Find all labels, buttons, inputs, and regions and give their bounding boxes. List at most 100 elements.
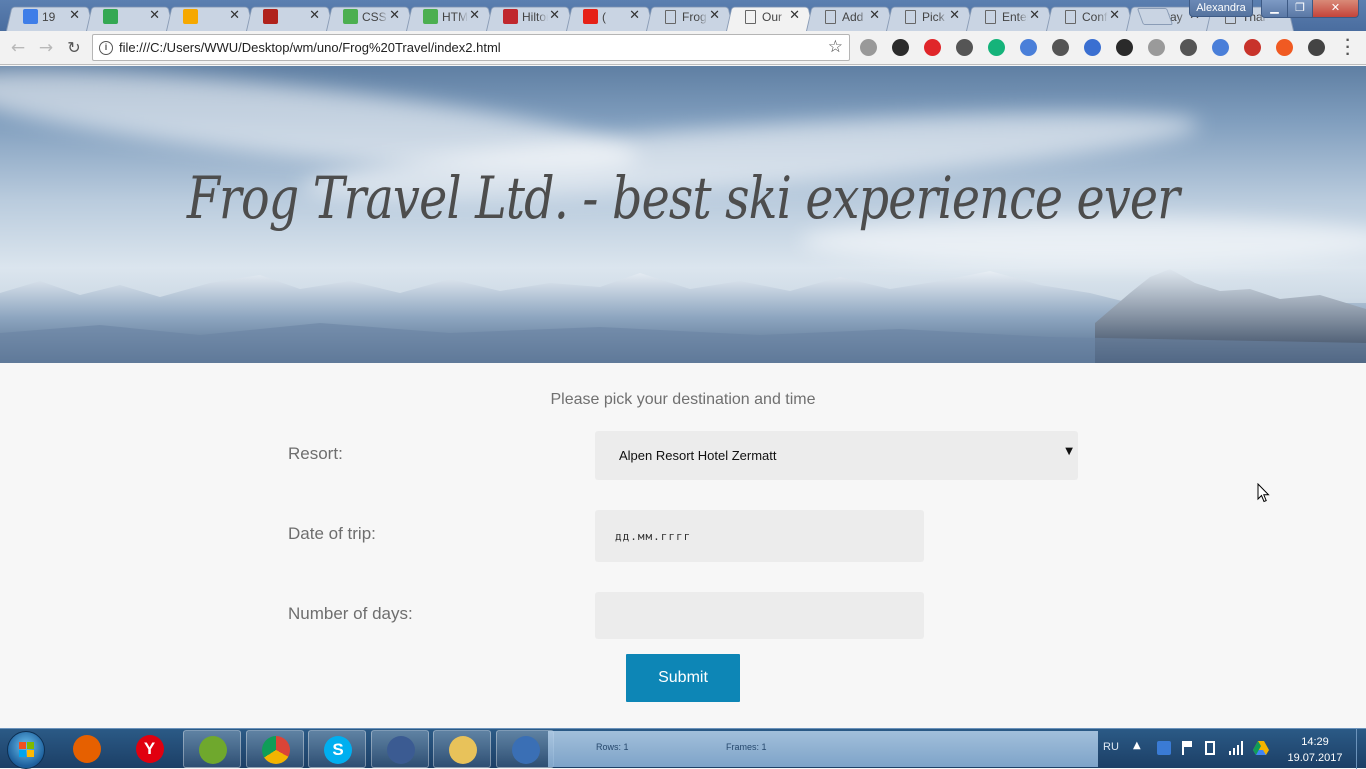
w3-icon (423, 9, 438, 24)
opera-icon[interactable] (924, 39, 941, 56)
dropdown-arrow-icon: ▼ (1065, 446, 1073, 457)
translate-a-icon[interactable] (1212, 39, 1229, 56)
youtube-icon (583, 9, 598, 24)
minimize-button[interactable]: ▁ (1261, 0, 1288, 18)
music-icon (183, 9, 198, 24)
close-tab-icon[interactable]: ✕ (709, 8, 720, 23)
translate-icon[interactable] (1020, 39, 1037, 56)
pdf-icon[interactable] (1244, 39, 1261, 56)
skype-icon[interactable]: S (308, 730, 366, 768)
browser-tab[interactable]: ✕ (166, 3, 254, 31)
profile-button[interactable]: Alexandra (1189, 0, 1253, 17)
tab-title: Add (842, 10, 864, 24)
page-icon (745, 10, 756, 24)
close-tab-icon[interactable]: ✕ (469, 8, 480, 23)
browser-tab[interactable]: Frog ✕ (646, 3, 734, 31)
date-input[interactable]: дд.мм.гггг (595, 510, 924, 562)
close-tab-icon[interactable]: ✕ (789, 8, 800, 23)
chrome-icon[interactable] (245, 730, 304, 768)
fire-icon[interactable] (1276, 39, 1293, 56)
close-tab-icon[interactable]: ✕ (309, 8, 320, 23)
close-tab-icon[interactable]: ✕ (389, 8, 400, 23)
days-input[interactable] (595, 592, 924, 639)
browser-tab[interactable]: Conf ✕ (1046, 3, 1134, 31)
dropbox-icon[interactable] (1157, 741, 1171, 755)
new-tab-button[interactable] (1136, 8, 1174, 25)
browser-tab[interactable]: 19 ✕ (6, 3, 94, 31)
browser-tab[interactable]: HTML✕ (406, 3, 494, 31)
clock-date: 19.07.2017 (1287, 752, 1343, 764)
info-app-icon (263, 9, 278, 24)
close-tab-icon[interactable]: ✕ (69, 8, 80, 23)
network-icon[interactable] (1229, 741, 1243, 755)
days-label: Number of days: (288, 604, 413, 623)
tool-icon[interactable] (495, 730, 554, 768)
battery-icon[interactable] (1205, 741, 1215, 755)
bookmark-star-icon[interactable]: ☆ (828, 37, 843, 57)
close-tab-icon[interactable]: ✕ (949, 8, 960, 23)
resort-select[interactable]: Alpen Resort Hotel Zermatt ▼ (595, 431, 1078, 480)
browser-tab[interactable]: ✕ (86, 3, 174, 31)
browser-tab[interactable]: Hilton✕ (486, 3, 574, 31)
bookmark-icon[interactable] (1084, 39, 1101, 56)
reload-button[interactable]: ↻ (62, 36, 86, 60)
pen-icon[interactable] (1308, 39, 1325, 56)
yandex-icon[interactable]: Y (121, 730, 179, 768)
vpn-icon[interactable] (1148, 39, 1165, 56)
notepad-icon[interactable] (183, 730, 241, 768)
music-clef-icon[interactable] (956, 39, 973, 56)
submit-button[interactable]: Submit (626, 654, 740, 702)
tab-title: CSS (362, 10, 387, 24)
close-tab-icon[interactable]: ✕ (549, 8, 560, 23)
browser-tab[interactable]: ✕ (246, 3, 334, 31)
firefox-icon[interactable] (58, 730, 116, 768)
tab-title: 19 (42, 10, 56, 24)
close-tab-icon[interactable]: ✕ (149, 8, 160, 23)
evernote-icon[interactable] (1116, 39, 1133, 56)
google-drive-icon[interactable] (1253, 741, 1269, 755)
forward-button[interactable]: → (34, 36, 58, 60)
browser-tab[interactable]: (✕ (566, 3, 654, 31)
browser-tab[interactable]: Our ✕ (726, 3, 814, 31)
page-icon (905, 10, 916, 24)
close-tab-icon[interactable]: ✕ (229, 8, 240, 23)
close-tab-icon[interactable]: ✕ (1029, 8, 1040, 23)
close-tab-icon[interactable]: ✕ (869, 8, 880, 23)
explorer-icon[interactable] (433, 730, 491, 768)
browser-tab[interactable]: Enter ✕ (966, 3, 1054, 31)
taskbar-preview-area: Rows: 1 Frames: 1 (548, 731, 1098, 767)
browser-tab[interactable]: Add ✕ (806, 3, 894, 31)
lock-off-icon[interactable] (1180, 39, 1197, 56)
hero-banner: Frog Travel Ltd. - best ski experience e… (0, 66, 1366, 363)
close-tab-icon[interactable]: ✕ (1109, 8, 1120, 23)
paw-icon[interactable] (860, 39, 877, 56)
mouse-cursor-icon (1257, 483, 1270, 503)
menu-icon[interactable]: · · · (1341, 33, 1355, 63)
language-indicator[interactable]: RU (1103, 741, 1119, 753)
tab-strip: 19✕✕✕✕CSS✕HTML✕Hilton✕(✕Frog✕Our✕Add✕Pic… (0, 0, 1366, 31)
start-button[interactable] (7, 731, 45, 769)
flag-icon[interactable] (1182, 741, 1192, 755)
eye-icon[interactable] (1052, 39, 1069, 56)
globe-icon[interactable] (892, 39, 909, 56)
browser-tab[interactable]: CSS ✕ (326, 3, 414, 31)
keepass-icon[interactable] (370, 730, 429, 768)
clock[interactable]: 14:29 19.07.2017 (1282, 734, 1348, 766)
browser-tab[interactable]: Pick ✕ (886, 3, 974, 31)
close-tab-icon[interactable]: ✕ (629, 8, 640, 23)
show-desktop-button[interactable] (1356, 729, 1366, 769)
page-icon (985, 10, 996, 24)
maximize-button[interactable]: ❐ (1287, 0, 1313, 18)
browser-toolbar: ← → ↻ i file:///C:/Users/WWU/Desktop/wm/… (0, 31, 1366, 65)
url-text[interactable]: file:///C:/Users/WWU/Desktop/wm/uno/Frog… (119, 40, 501, 55)
grammarly-icon[interactable] (988, 39, 1005, 56)
show-hidden-icons-icon[interactable]: ▲ (1133, 740, 1141, 751)
page-icon (665, 10, 676, 24)
form-subtitle: Please pick your destination and time (550, 391, 816, 408)
close-window-button[interactable]: ✕ (1312, 0, 1359, 18)
info-icon[interactable]: i (99, 41, 113, 55)
back-button[interactable]: ← (6, 36, 30, 60)
address-bar[interactable]: i file:///C:/Users/WWU/Desktop/wm/uno/Fr… (92, 34, 850, 61)
hero-title: Frog Travel Ltd. - best ski experience e… (186, 164, 1180, 232)
tab-title: Pick (922, 10, 945, 24)
